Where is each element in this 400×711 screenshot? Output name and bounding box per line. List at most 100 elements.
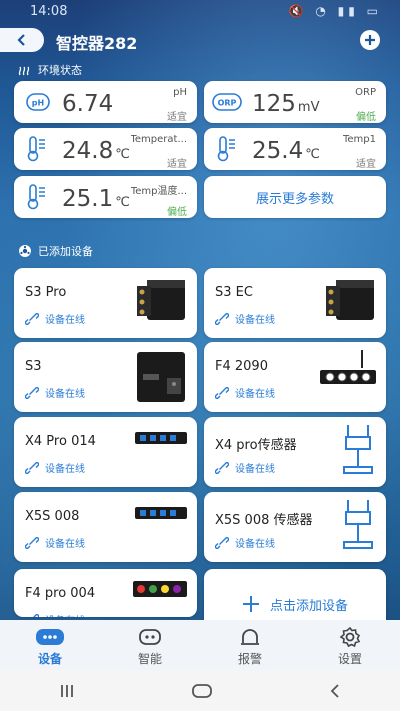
link-icon [25, 536, 39, 549]
alarm-icon [239, 626, 261, 648]
link-icon [32, 613, 39, 617]
device-name: X4 Pro 014 [25, 434, 96, 449]
param-card-orp[interactable]: ORP 125 mV ORP 偏低 [204, 81, 386, 123]
device-status: 设备在线 [25, 311, 85, 326]
tab-smart[interactable]: 智能 [100, 620, 200, 670]
device-status-label: 设备在线 [45, 612, 85, 617]
recent-apps-icon[interactable] [59, 684, 75, 698]
svg-text:pH: pH [32, 99, 44, 108]
param-card-temperature[interactable]: 24.8 ℃ Temperat... 适宜 [14, 128, 197, 170]
tab-alarm[interactable]: 报警 [200, 620, 300, 670]
device-name: X4 pro传感器 [215, 438, 297, 453]
orp-badge-icon: ORP [212, 93, 242, 111]
home-icon[interactable] [192, 683, 212, 698]
device-name: S3 [25, 359, 42, 374]
sensor-clip-icon [338, 423, 378, 483]
env-section-title: 环境状态 [38, 64, 82, 77]
param-name: Temp温度... [130, 186, 187, 197]
device-status: 设备在线 [25, 460, 85, 475]
back-button[interactable] [0, 28, 44, 52]
param-state: 适宜 [356, 159, 376, 170]
link-icon [25, 312, 39, 325]
param-name: Temp1 [342, 134, 376, 145]
x5s-strip-image [133, 498, 189, 532]
tab-label: 设置 [337, 652, 362, 666]
tab-devices[interactable]: 设备 [0, 620, 100, 670]
device-status-label: 设备在线 [45, 464, 85, 475]
page-title: 智控器282 [56, 34, 138, 53]
device-section-header: 已添加设备 [18, 243, 93, 259]
f4-pro-pump-image [131, 575, 189, 609]
device-status-label: 设备在线 [235, 464, 275, 475]
x4-pro-strip-image [133, 423, 189, 457]
device-status-label: 设备在线 [45, 315, 85, 326]
device-name: F4 pro 004 [25, 586, 96, 601]
add-button[interactable] [360, 30, 380, 50]
device-status: 设备在线 [215, 311, 275, 326]
back-nav-icon[interactable] [329, 683, 341, 698]
device-name: S3 Pro [25, 285, 67, 300]
tab-label: 智能 [137, 652, 162, 666]
sensor-clip-icon [338, 498, 378, 558]
bottom-nav: 设备 智能 报警 设置 [0, 620, 400, 670]
add-device-label: 点击添加设备 [269, 598, 348, 614]
param-state: 偏低 [167, 207, 187, 218]
param-state: 适宜 [167, 159, 187, 170]
device-status-label: 设备在线 [235, 315, 275, 326]
param-card-temp-sensor[interactable]: 25.1 ℃ Temp温度... 偏低 [14, 176, 197, 218]
device-name: F4 2090 [215, 359, 268, 374]
device-card[interactable]: X5S 008 设备在线 [14, 492, 197, 562]
param-value: 6.74 [62, 91, 114, 117]
device-status: 设备在线 [215, 535, 275, 550]
show-more-params-button[interactable]: 展示更多参数 [204, 176, 386, 218]
device-card[interactable]: X4 pro传感器 设备在线 [204, 417, 386, 487]
link-icon [215, 536, 229, 549]
thermometer-icon [27, 136, 45, 162]
device-card[interactable]: X5S 008 传感器 设备在线 [204, 492, 386, 562]
device-card[interactable]: S3 EC 设备在线 [204, 268, 386, 338]
device-card[interactable]: F4 2090 设备在线 [204, 342, 386, 412]
param-value: 25.1 ℃ [62, 186, 130, 212]
s3-device-image [133, 348, 189, 410]
param-name: ORP [355, 87, 376, 98]
device-status: 设备在线 [215, 385, 275, 400]
tab-settings[interactable]: 设置 [300, 620, 400, 670]
param-name: Temperat... [130, 134, 188, 145]
heat-wave-icon [18, 66, 30, 76]
s3-pro-device-image [133, 274, 189, 328]
s3-ec-device-image [322, 274, 378, 328]
param-state: 适宜 [167, 112, 187, 123]
link-icon [215, 386, 229, 399]
device-card[interactable]: S3 设备在线 [14, 342, 197, 412]
link-icon [25, 386, 39, 399]
device-status: 设备在线 [25, 612, 85, 617]
robot-icon [138, 626, 162, 648]
ph-badge-icon: pH [26, 93, 50, 111]
show-more-label: 展示更多参数 [255, 191, 334, 207]
param-card-temp1[interactable]: 25.4 ℃ Temp1 适宜 [204, 128, 386, 170]
device-status: 设备在线 [25, 535, 85, 550]
status-time: 14:08 [30, 4, 68, 19]
link-icon [215, 461, 229, 474]
thermometer-icon [217, 136, 235, 162]
link-icon [215, 312, 229, 325]
param-value: 24.8 ℃ [62, 138, 130, 164]
param-state: 偏低 [356, 112, 376, 123]
device-name: X5S 008 [25, 509, 80, 524]
tab-label: 设备 [37, 652, 62, 666]
thermometer-icon [27, 184, 45, 210]
device-card[interactable]: S3 Pro 设备在线 [14, 268, 197, 338]
param-card-ph[interactable]: pH 6.74 pH 适宜 [14, 81, 197, 123]
param-value: 25.4 ℃ [252, 138, 320, 164]
tab-label: 报警 [237, 652, 262, 666]
gear-icon [339, 626, 361, 648]
plus-icon [242, 596, 259, 612]
device-card[interactable]: X4 Pro 014 设备在线 [14, 417, 197, 487]
device-status: 设备在线 [215, 460, 275, 475]
device-status-label: 设备在线 [235, 539, 275, 550]
top-bar: 智控器282 [0, 26, 400, 56]
status-bar: 14:08 🔇 ◔ ▮▮ ▭ [0, 0, 400, 26]
device-status-label: 设备在线 [45, 539, 85, 550]
svg-text:ORP: ORP [218, 99, 237, 108]
device-card[interactable]: F4 pro 004 设备在线 [14, 569, 197, 617]
